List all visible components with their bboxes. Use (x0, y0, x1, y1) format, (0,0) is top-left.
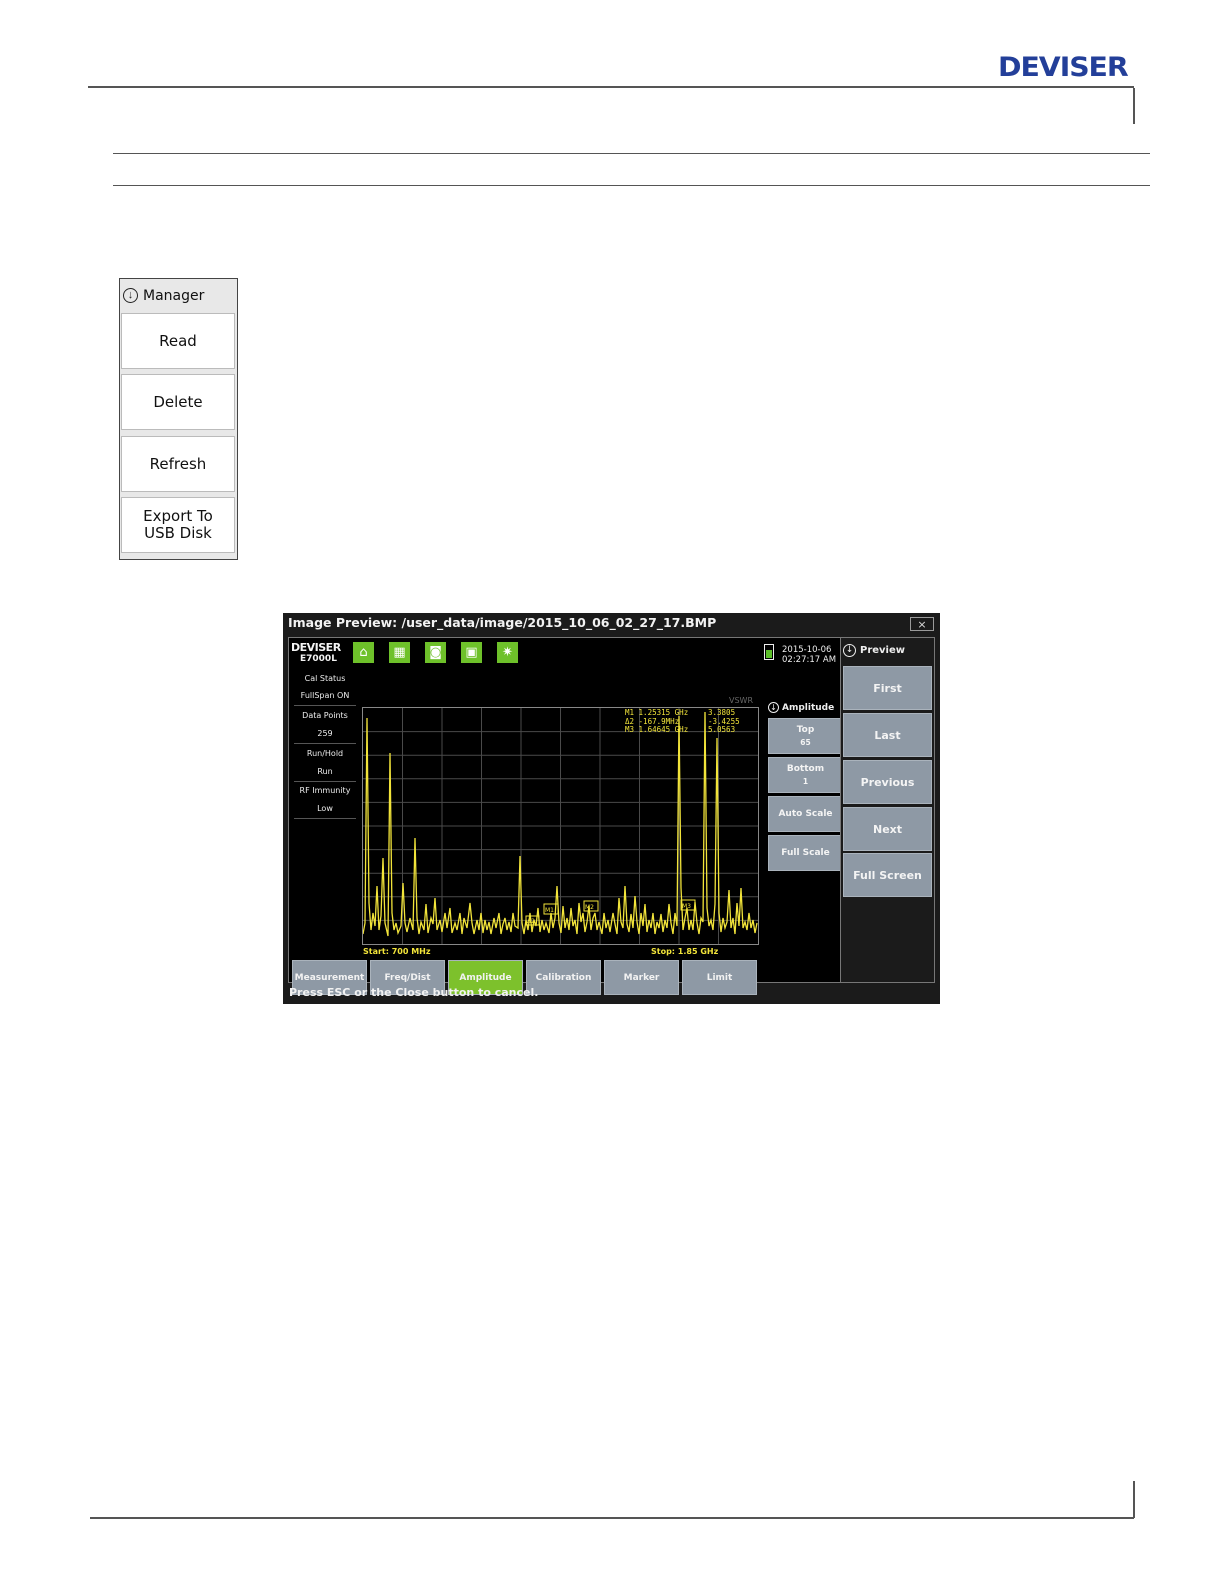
battery-icon (764, 644, 774, 660)
marker-3-value: 5.0563 (708, 725, 736, 734)
datetime: 2015-10-06 02:27:17 AM (782, 645, 836, 665)
tab-limit[interactable]: Limit (682, 960, 757, 995)
bottom-value: 1 (802, 777, 809, 786)
tab-marker[interactable]: Marker (604, 960, 679, 995)
full-screen-button[interactable]: Full Screen (843, 853, 932, 897)
status-message: Press ESC or the Close button to cancel. (289, 986, 539, 999)
marker-table: M1 1.25315 GHz Δ2 -167.9MHz M3 1.64645 G… (625, 708, 689, 735)
run-hold-value: Run (317, 767, 333, 776)
device-screen: DEVISER E7000L ⌂ ▦ ◙ ▣ ✷ 2015-10-06 02:2… (288, 637, 843, 995)
cal-status-value: FullSpan ON (300, 691, 350, 700)
stop-frequency: Stop: 1.85 GHz (651, 947, 719, 956)
time-text: 02:27:17 AM (782, 655, 837, 665)
marker-values: 3.3805 -3.4255 5.0563 (708, 708, 740, 735)
section-rule-top (113, 153, 1150, 154)
footer-rule (90, 1517, 1134, 1519)
manager-menu-header[interactable]: ↓ Manager (120, 279, 237, 312)
preview-menu-header[interactable]: ↓ Preview (843, 644, 905, 657)
status-divider (294, 781, 356, 782)
device-brand-logo: DEVISER (291, 641, 341, 654)
brightness-icon[interactable]: ✷ (497, 642, 518, 663)
brand-logo: DEVISER (998, 52, 1129, 83)
marker-m2-tag: M2 (585, 904, 594, 911)
manager-menu: ↓ Manager Read Delete Refresh Export To … (119, 278, 238, 560)
top-label: Top (796, 725, 815, 735)
full-scale-button[interactable]: Full Scale (768, 835, 843, 871)
marker-3-name: M3 (625, 725, 635, 734)
date-text: 2015-10-06 (782, 645, 832, 655)
image-preview-window: Image Preview: /user_data/image/2015_10_… (283, 613, 940, 1004)
amplitude-menu-header[interactable]: ↓ Amplitude (768, 702, 834, 713)
arrow-down-circle-icon: ↓ (768, 702, 779, 713)
amplitude-menu-title: Amplitude (782, 702, 835, 713)
marker-m3-tag: M3 (682, 903, 691, 910)
data-points-label: Data Points (302, 711, 348, 720)
manager-menu-title: Manager (143, 287, 205, 304)
cal-status-label: Cal Status (304, 674, 346, 683)
data-points-value: 259 (317, 729, 333, 738)
top-button[interactable]: Top 65 (768, 718, 843, 754)
marker-m1-tag: M1 (545, 907, 554, 914)
grid-icon[interactable]: ▦ (389, 642, 410, 663)
rf-immunity-value: Low (317, 804, 333, 813)
top-value: 65 (800, 738, 811, 747)
footer-rule-corner (1133, 1481, 1135, 1518)
export-to-usb-button[interactable]: Export To USB Disk (121, 497, 235, 553)
bottom-label: Bottom (786, 764, 825, 774)
arrow-down-circle-icon: ↓ (843, 644, 856, 657)
previous-button[interactable]: Previous (843, 760, 932, 804)
preview-menu-title: Preview (860, 645, 906, 656)
run-hold-label: Run/Hold (306, 749, 344, 758)
header-rule (88, 86, 1134, 88)
measurement-type-label: VSWR (729, 696, 754, 705)
rf-immunity-label: RF Immunity (299, 786, 351, 795)
read-button[interactable]: Read (121, 313, 235, 369)
marker-3-freq: 1.64645 GHz (638, 725, 689, 734)
auto-scale-button[interactable]: Auto Scale (768, 796, 843, 832)
next-button[interactable]: Next (843, 807, 932, 851)
refresh-button[interactable]: Refresh (121, 436, 235, 492)
save-icon[interactable]: ▣ (461, 642, 482, 663)
status-divider (294, 743, 356, 744)
camera-icon[interactable]: ◙ (425, 642, 446, 663)
section-rule-bottom (113, 185, 1150, 186)
first-button[interactable]: First (843, 666, 932, 710)
marker-delta-tag: Δ2 (527, 918, 535, 925)
delete-button[interactable]: Delete (121, 374, 235, 430)
device-model: E7000L (300, 654, 337, 664)
header-rule-corner (1133, 88, 1135, 124)
home-icon[interactable]: ⌂ (353, 642, 374, 663)
close-button[interactable]: × (910, 617, 934, 631)
window-title: Image Preview: /user_data/image/2015_10_… (288, 615, 717, 630)
arrow-down-circle-icon: ↓ (123, 288, 138, 303)
last-button[interactable]: Last (843, 713, 932, 757)
bottom-button[interactable]: Bottom 1 (768, 757, 843, 793)
vswr-plot[interactable]: M1 M2 M3 Δ2 M1 1.25315 GHz Δ2 -167.9MHz … (362, 707, 759, 945)
status-divider (294, 818, 356, 819)
start-frequency: Start: 700 MHz (363, 947, 431, 956)
status-divider (294, 705, 356, 706)
